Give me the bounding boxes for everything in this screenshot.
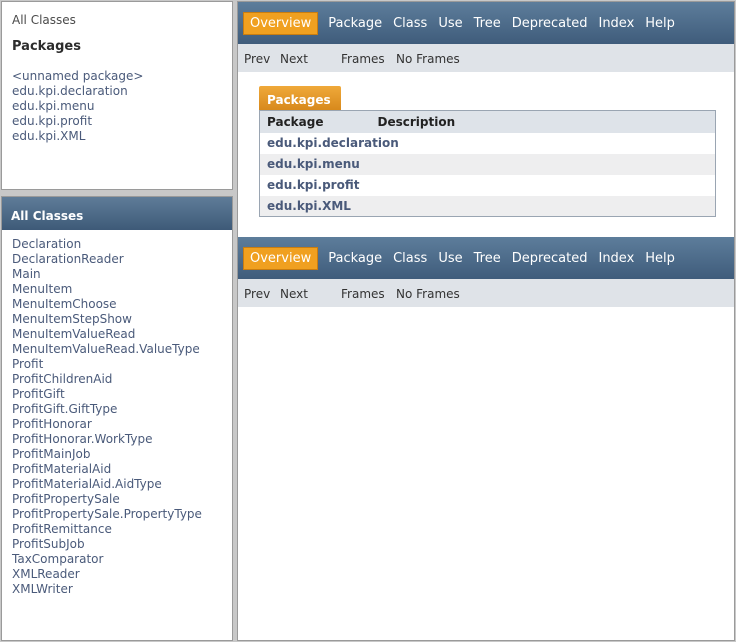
prev-link[interactable]: Prev — [244, 52, 270, 66]
nav-deprecated[interactable]: Deprecated — [512, 16, 588, 31]
bottom-navbar: Overview Package Class Use Tree Deprecat… — [238, 237, 734, 279]
nav-use[interactable]: Use — [438, 16, 462, 31]
column-header-description: Description — [377, 110, 716, 133]
package-list: <unnamed package> edu.kpi.declaration ed… — [12, 69, 143, 144]
table-row: edu.kpi.XML — [259, 195, 716, 217]
table-row: edu.kpi.declaration — [260, 133, 716, 154]
class-link[interactable]: MenuItem — [12, 282, 202, 297]
column-header-package: Package — [259, 110, 378, 133]
class-link[interactable]: Declaration — [12, 237, 202, 252]
nav-package[interactable]: Package — [328, 16, 382, 31]
class-link[interactable]: TaxComparator — [12, 552, 202, 567]
class-link[interactable]: ProfitChildrenAid — [12, 372, 202, 387]
nav-use[interactable]: Use — [438, 251, 462, 266]
nav-deprecated[interactable]: Deprecated — [512, 251, 588, 266]
class-link[interactable]: ProfitMainJob — [12, 447, 202, 462]
class-link[interactable]: MenuItemStepShow — [12, 312, 202, 327]
package-row-link[interactable]: edu.kpi.menu — [259, 153, 716, 175]
class-link[interactable]: XMLReader — [12, 567, 202, 582]
nav-help[interactable]: Help — [645, 16, 675, 31]
class-list: Declaration DeclarationReader Main MenuI… — [12, 237, 202, 597]
table-row: edu.kpi.profit — [260, 175, 716, 196]
next-link[interactable]: Next — [280, 52, 308, 66]
nav-tree[interactable]: Tree — [474, 16, 501, 31]
class-link[interactable]: XMLWriter — [12, 582, 202, 597]
class-link[interactable]: ProfitMaterialAid — [12, 462, 202, 477]
table-row: edu.kpi.menu — [259, 153, 716, 175]
package-link[interactable]: edu.kpi.profit — [12, 114, 143, 129]
class-link[interactable]: ProfitPropertySale — [12, 492, 202, 507]
package-link[interactable]: edu.kpi.declaration — [12, 84, 143, 99]
class-link[interactable]: ProfitGift — [12, 387, 202, 402]
packages-table: Package Description edu.kpi.declaration … — [259, 110, 716, 217]
nav-tree[interactable]: Tree — [474, 251, 501, 266]
package-row-link[interactable]: edu.kpi.declaration — [260, 133, 716, 154]
class-link[interactable]: ProfitMaterialAid.AidType — [12, 477, 202, 492]
prev-link[interactable]: Prev — [244, 287, 270, 301]
next-link[interactable]: Next — [280, 287, 308, 301]
class-link[interactable]: ProfitRemittance — [12, 522, 202, 537]
nav-overview[interactable]: Overview — [243, 12, 319, 35]
top-subnav: Prev Next Frames No Frames — [238, 44, 734, 72]
nav-class[interactable]: Class — [393, 16, 427, 31]
bottom-subnav: Prev Next Frames No Frames — [238, 279, 734, 307]
class-link[interactable]: ProfitHonorar.WorkType — [12, 432, 202, 447]
nav-index[interactable]: Index — [598, 251, 634, 266]
class-link[interactable]: ProfitHonorar — [12, 417, 202, 432]
overview-frame: Overview Package Class Use Tree Deprecat… — [237, 1, 735, 641]
nav-package[interactable]: Package — [328, 251, 382, 266]
packages-title: Packages — [12, 39, 81, 54]
package-link[interactable]: edu.kpi.menu — [12, 99, 143, 114]
frames-link[interactable]: Frames — [341, 52, 385, 66]
top-navbar: Overview Package Class Use Tree Deprecat… — [238, 2, 734, 44]
class-link[interactable]: ProfitPropertySale.PropertyType — [12, 507, 202, 522]
class-link[interactable]: MenuItemValueRead.ValueType — [12, 342, 202, 357]
class-link[interactable]: ProfitGift.GiftType — [12, 402, 202, 417]
class-link[interactable]: Main — [12, 267, 202, 282]
packages-frame: All Classes Packages <unnamed package> e… — [1, 1, 233, 190]
packages-tab: Packages — [259, 86, 341, 110]
class-link[interactable]: ProfitSubJob — [12, 537, 202, 552]
package-row-link[interactable]: edu.kpi.profit — [260, 175, 716, 196]
classes-frame: All Classes Declaration DeclarationReade… — [1, 196, 233, 641]
class-link[interactable]: DeclarationReader — [12, 252, 202, 267]
all-classes-header: All Classes — [2, 197, 232, 230]
class-link[interactable]: Profit — [12, 357, 202, 372]
nav-help[interactable]: Help — [645, 251, 675, 266]
package-link[interactable]: <unnamed package> — [12, 69, 143, 84]
frames-link[interactable]: Frames — [341, 287, 385, 301]
no-frames-link[interactable]: No Frames — [396, 52, 460, 66]
class-link[interactable]: MenuItemValueRead — [12, 327, 202, 342]
class-link[interactable]: MenuItemChoose — [12, 297, 202, 312]
all-classes-link[interactable]: All Classes — [12, 13, 76, 27]
package-row-link[interactable]: edu.kpi.XML — [259, 195, 716, 217]
table-header-row: Package Description — [259, 110, 716, 133]
nav-index[interactable]: Index — [598, 16, 634, 31]
nav-overview[interactable]: Overview — [243, 247, 319, 270]
package-link[interactable]: edu.kpi.XML — [12, 129, 143, 144]
nav-class[interactable]: Class — [393, 251, 427, 266]
no-frames-link[interactable]: No Frames — [396, 287, 460, 301]
